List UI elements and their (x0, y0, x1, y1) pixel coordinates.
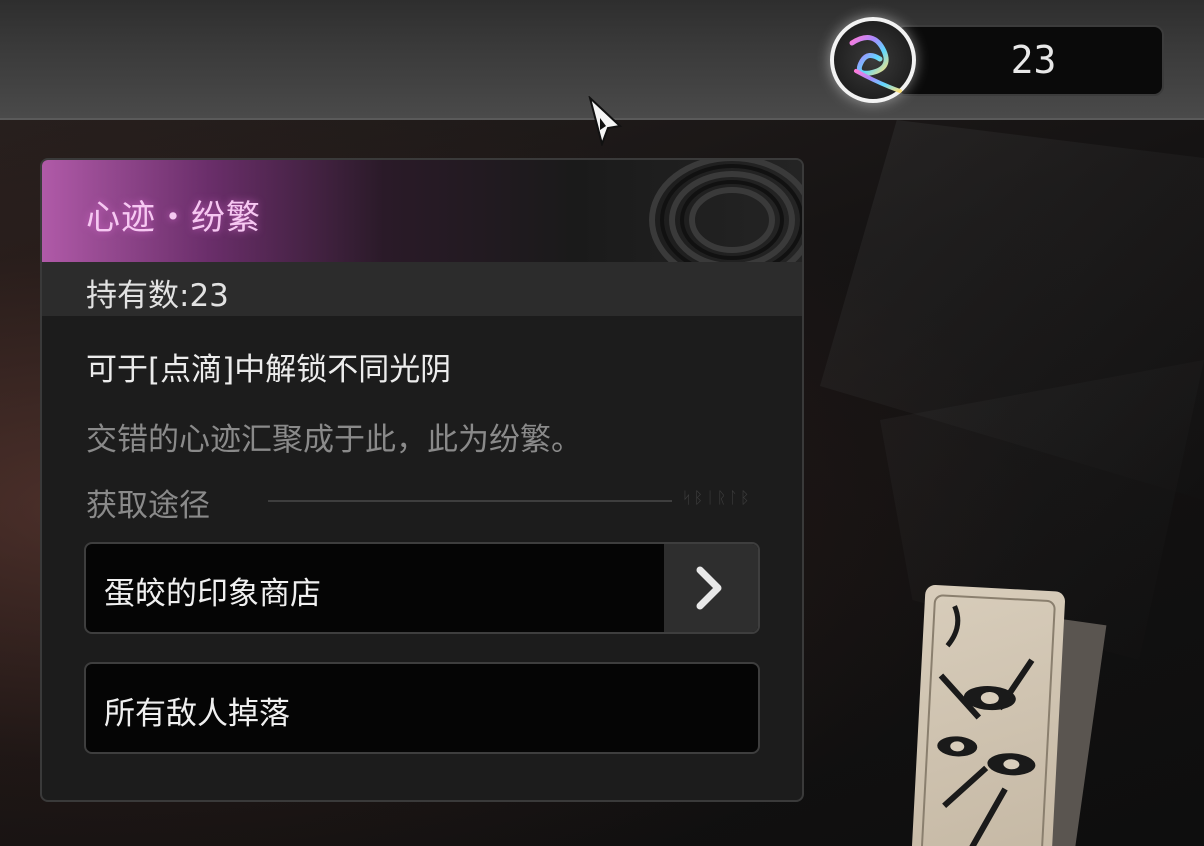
source-item-shop[interactable]: 蛋皎的印象商店 (84, 542, 760, 634)
source-heading: 获取途径 (86, 488, 210, 524)
item-flavor-text: 交错的心迹汇聚成于此，此为纷繁。 (86, 422, 582, 458)
currency-amount: 23 (1010, 38, 1057, 82)
source-divider (268, 500, 672, 502)
ink-eye-art-icon (920, 594, 1056, 846)
source-item-enemy-drop: 所有敌人掉落 (84, 662, 760, 754)
game-scene: 23 心迹・纷繁 持有数:23 可于[点滴]中解锁不同光阴 交错的心迹汇聚成于此… (0, 0, 1204, 846)
source-glyphs: ᛋᛒᛁᚱᛚᛒ (682, 488, 752, 507)
item-title: 心迹・纷繁 (86, 198, 261, 238)
mouse-cursor-icon (588, 96, 623, 146)
held-count-row: 持有数:23 (42, 262, 802, 316)
feather-swirl-icon-graphic (849, 35, 902, 93)
item-description: 可于[点滴]中解锁不同光阴 (86, 352, 452, 388)
panel-header: 心迹・纷繁 (42, 160, 802, 262)
source-label: 所有敌人掉落 (104, 696, 290, 732)
item-info-panel: 心迹・纷繁 持有数:23 可于[点滴]中解锁不同光阴 交错的心迹汇聚成于此，此为… (40, 158, 804, 802)
marble-swirl-decoration (649, 160, 802, 262)
chevron-right-icon (696, 566, 722, 610)
source-label: 蛋皎的印象商店 (104, 576, 321, 612)
feather-swirl-icon[interactable] (830, 17, 916, 103)
ink-card-illustration (910, 584, 1066, 846)
source-link-button[interactable] (664, 544, 758, 632)
held-count: 持有数:23 (86, 278, 229, 314)
